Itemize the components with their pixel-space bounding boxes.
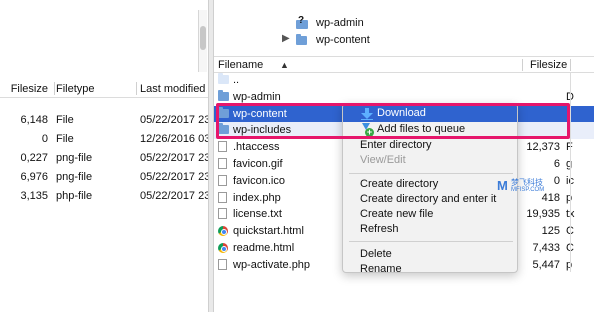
menu-separator	[349, 173, 513, 174]
file-type: php-file	[56, 190, 93, 202]
menu-item-create-directory[interactable]: Create directory	[343, 177, 517, 193]
list-item[interactable]: ..	[214, 72, 594, 89]
menu-item-label: Create new file	[360, 208, 434, 220]
file-modified: 05/22/2017 23	[140, 114, 211, 126]
file-type: png-file	[56, 152, 93, 164]
file-modified: 05/22/2017 23	[140, 152, 211, 164]
file-modified: 05/22/2017 23	[140, 190, 211, 202]
file-icon	[218, 157, 227, 169]
folder-icon	[218, 89, 229, 101]
watermark-subtext: MFISP.COM	[511, 187, 545, 193]
file-name: quickstart.html	[233, 225, 304, 238]
file-name: readme.html	[233, 241, 295, 254]
column-divider[interactable]	[54, 82, 55, 95]
menu-item-enter-directory[interactable]: Enter directory	[343, 138, 517, 154]
column-header-filetype[interactable]: Filetype	[56, 83, 95, 95]
local-list-header: Filesize Filetype Last modified	[0, 80, 208, 98]
menu-item-delete[interactable]: Delete	[343, 247, 517, 263]
column-divider[interactable]	[522, 59, 523, 71]
chrome-icon	[218, 242, 228, 253]
menu-item-create-new-file[interactable]: Create new file	[343, 207, 517, 223]
file-size: 0,227	[20, 152, 48, 164]
table-row[interactable]: 3,135 php-file 05/22/2017 23	[0, 188, 211, 207]
column-header-filesize[interactable]: Filesize	[0, 83, 52, 95]
chevron-right-icon[interactable]: ▶	[282, 33, 290, 44]
remote-directory-tree: ? wp-admin ▶ wp-content	[214, 0, 594, 52]
column-divider[interactable]	[136, 82, 137, 95]
menu-item-label: Delete	[360, 248, 392, 260]
sort-ascending-icon[interactable]: ▲	[280, 60, 289, 70]
file-size: 3,135	[20, 190, 48, 202]
remote-list-header: Filename ▲ Filesize	[214, 56, 594, 73]
annotation-highlight-box	[216, 103, 570, 139]
file-type: File	[56, 114, 74, 126]
file-icon	[218, 208, 227, 220]
file-name: .htaccess	[233, 141, 280, 154]
menu-item-refresh[interactable]: Refresh	[343, 222, 517, 238]
file-size: 0	[41, 133, 48, 145]
column-divider[interactable]	[570, 59, 571, 71]
file-type: png-file	[56, 171, 93, 183]
folder-icon	[296, 34, 307, 45]
file-name: index.php	[233, 191, 281, 204]
file-name: ..	[233, 74, 240, 86]
column-header-last-modified[interactable]: Last modified	[140, 83, 205, 95]
local-tree-scrollbar[interactable]	[198, 10, 207, 72]
file-icon	[218, 141, 227, 153]
menu-item-label: Create directory	[360, 178, 439, 190]
local-tree-area	[0, 0, 200, 72]
tree-item-label: wp-content	[316, 34, 370, 46]
menu-separator	[349, 241, 513, 242]
tree-item-label: wp-admin	[316, 17, 364, 29]
file-name: favicon.ico	[233, 174, 285, 187]
table-row[interactable]: 0 File 12/26/2016 03	[0, 131, 211, 150]
watermark: M 梦飞科技 MFISP.COM	[497, 176, 557, 198]
menu-item-rename[interactable]: Rename	[343, 262, 517, 273]
file-name: wp-admin	[233, 90, 281, 103]
chrome-icon	[218, 226, 228, 237]
table-row[interactable]: 6,976 png-file 05/22/2017 23	[0, 169, 211, 188]
table-row[interactable]: 0,227 png-file 05/22/2017 23	[0, 150, 211, 169]
local-file-pane: Filesize Filetype Last modified 6,148 Fi…	[0, 0, 211, 312]
file-name: wp-activate.php	[233, 258, 311, 271]
folder-up-icon	[218, 73, 229, 84]
menu-item-create-directory-enter[interactable]: Create directory and enter it	[343, 192, 517, 208]
column-header-filename[interactable]: Filename	[218, 59, 263, 71]
column-header-filesize[interactable]: Filesize	[530, 59, 567, 71]
file-size: 6,976	[20, 171, 48, 183]
column-divider	[570, 72, 571, 272]
file-icon	[218, 191, 227, 203]
file-name: favicon.gif	[233, 157, 283, 170]
menu-item-label: Rename	[360, 263, 402, 273]
menu-item-label: Create directory and enter it	[360, 193, 497, 205]
watermark-logo-icon: M	[497, 178, 508, 193]
scrollbar-thumb[interactable]	[200, 26, 206, 50]
file-name: license.txt	[233, 208, 282, 221]
menu-item-label: Refresh	[360, 223, 399, 235]
menu-item-view-edit: View/Edit	[343, 153, 517, 169]
menu-item-label: Enter directory	[360, 139, 432, 151]
file-modified: 12/26/2016 03	[140, 133, 211, 145]
file-icon	[218, 174, 227, 186]
file-size: 6,148	[20, 114, 48, 126]
file-modified: 05/22/2017 23	[140, 171, 211, 183]
table-row[interactable]: 6,148 File 05/22/2017 23	[0, 112, 211, 131]
menu-item-label: View/Edit	[360, 154, 406, 166]
local-file-list: 6,148 File 05/22/2017 23 0 File 12/26/20…	[0, 112, 211, 207]
file-icon	[218, 258, 227, 270]
file-type: File	[56, 133, 74, 145]
unknown-folder-icon: ?	[296, 15, 308, 30]
